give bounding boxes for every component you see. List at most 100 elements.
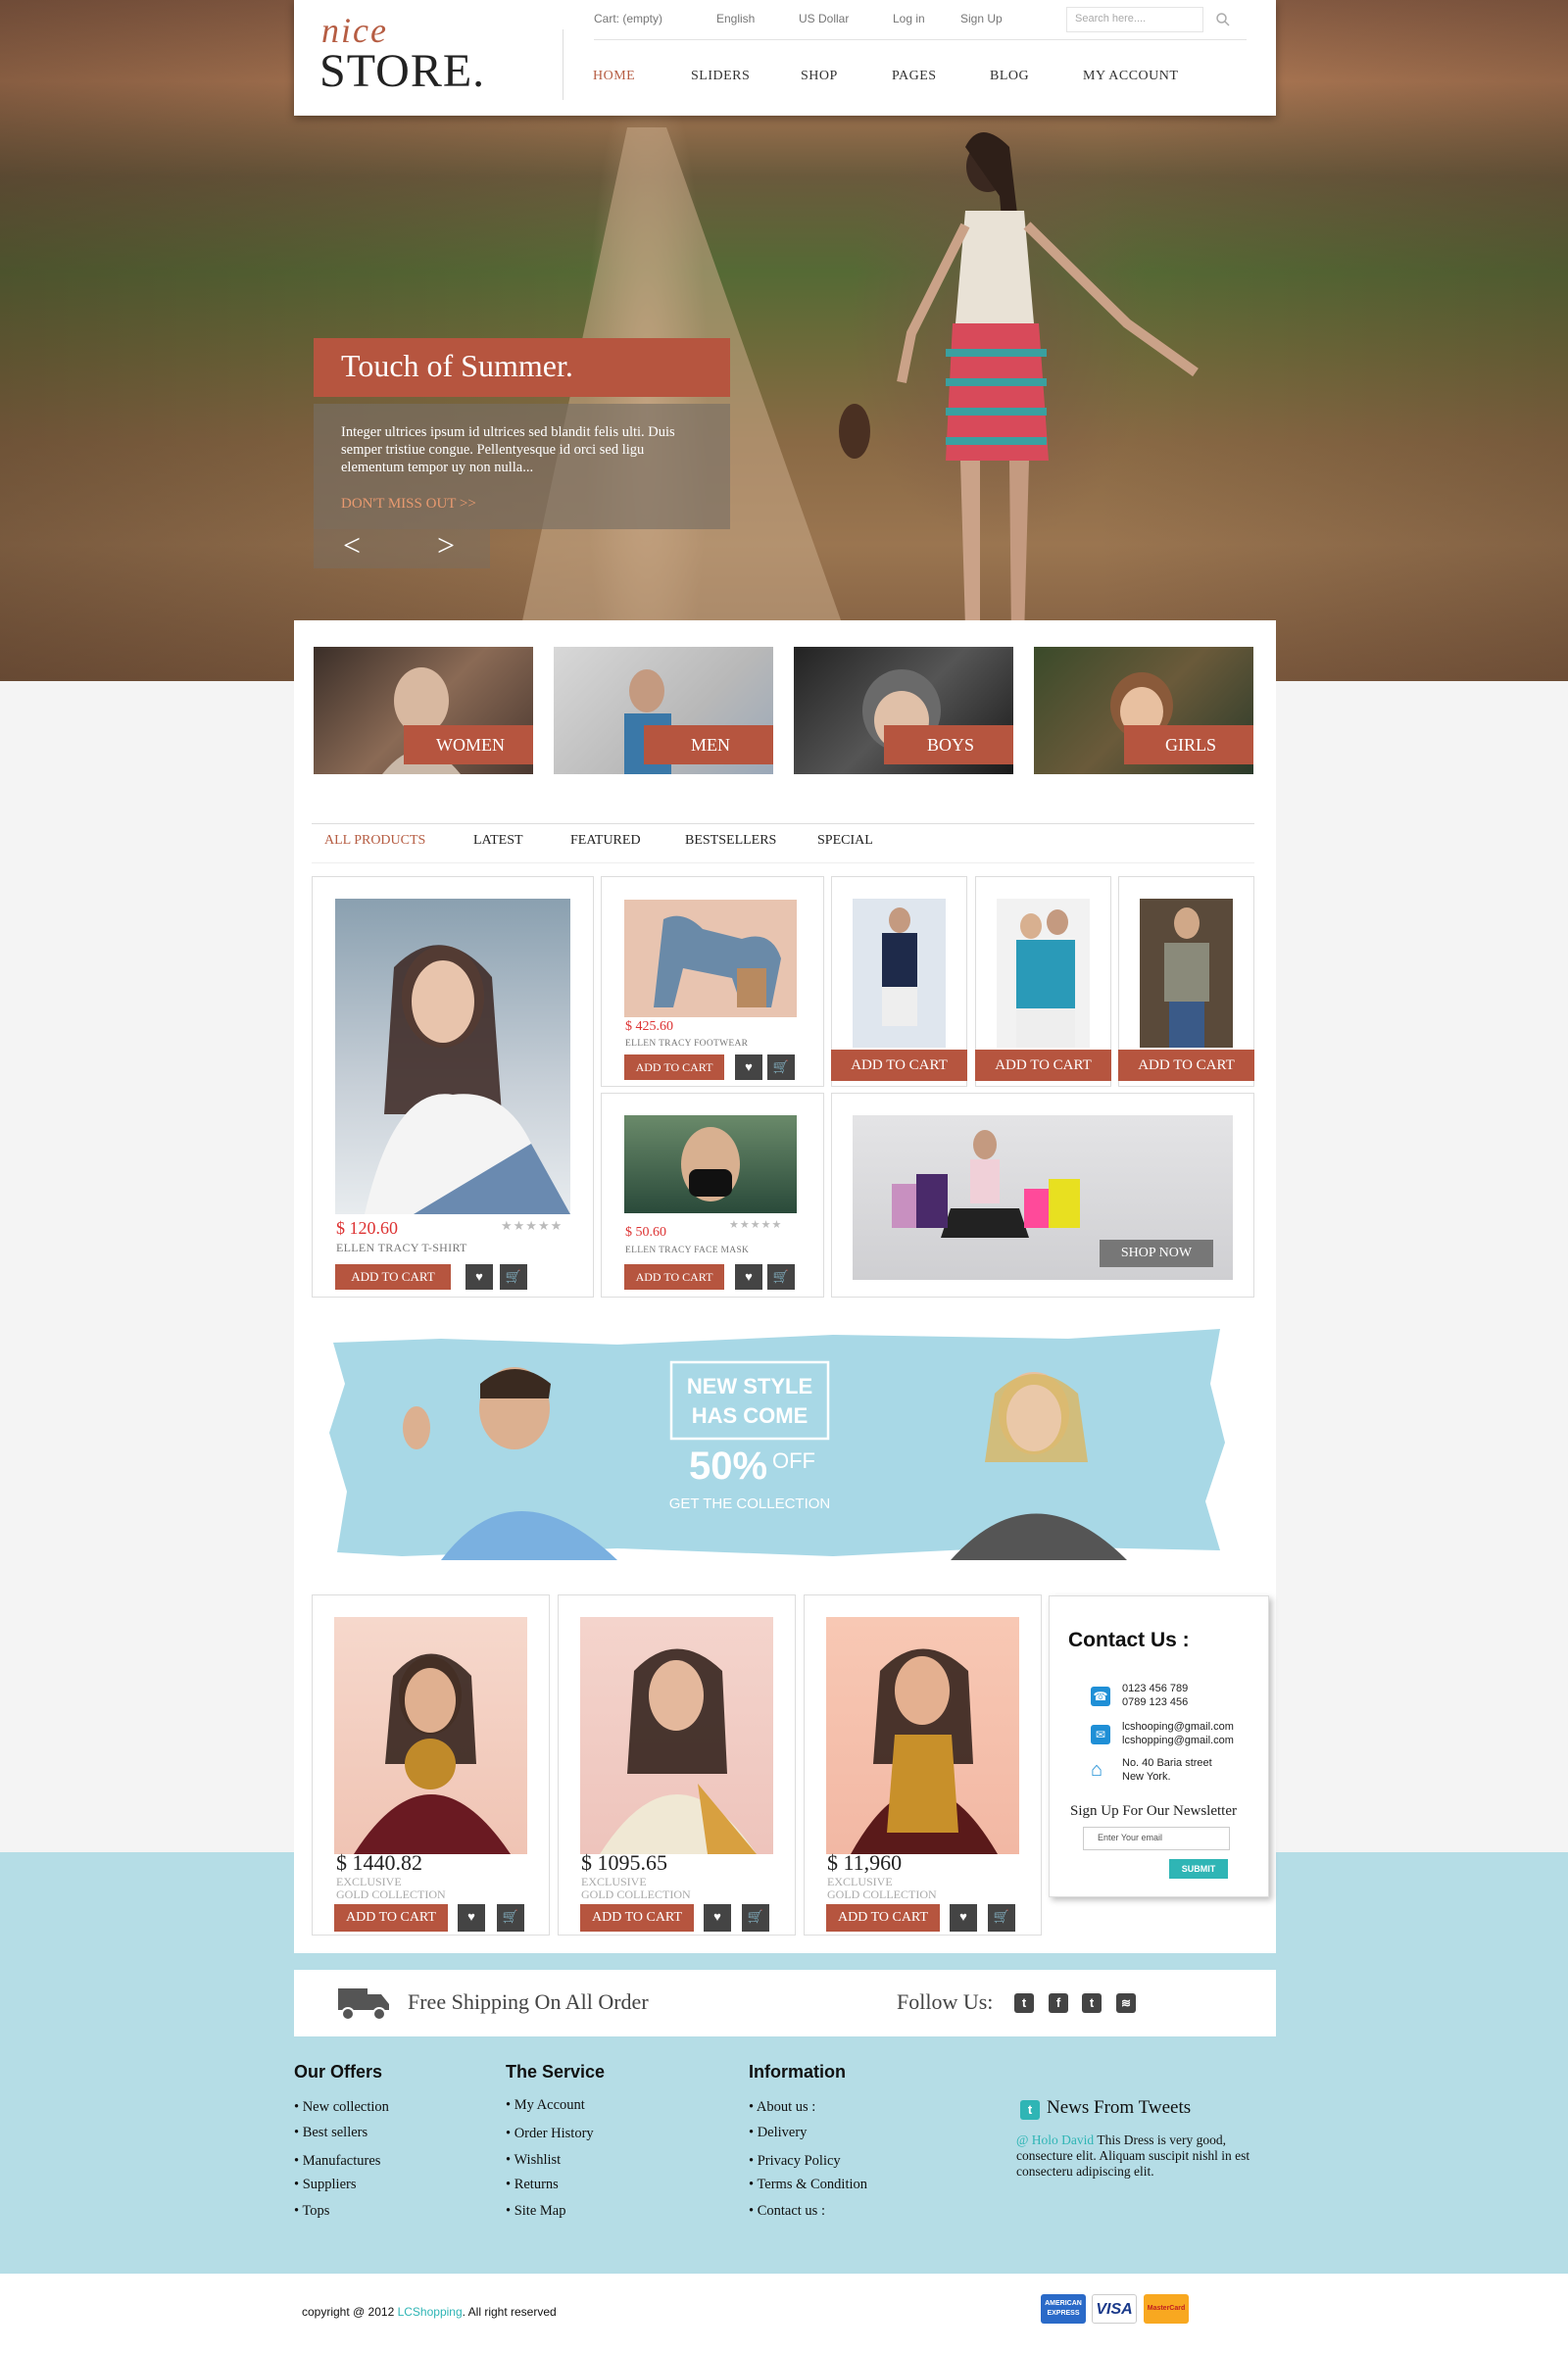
- tab-all-products[interactable]: ALL PRODUCTS: [324, 833, 425, 849]
- email-address[interactable]: lcshopping@gmail.com: [1122, 1734, 1234, 1747]
- footer-link[interactable]: • Delivery: [749, 2125, 807, 2141]
- search-icon[interactable]: [1215, 12, 1231, 27]
- wishlist-heart-icon[interactable]: ♥: [458, 1904, 485, 1932]
- logo-store[interactable]: STORE.: [319, 44, 485, 98]
- footer-link[interactable]: • Terms & Condition: [749, 2177, 867, 2193]
- product-image[interactable]: [335, 899, 570, 1214]
- email-address[interactable]: lcshooping@gmail.com: [1122, 1720, 1234, 1734]
- add-to-cart-button[interactable]: ADD TO CART: [335, 1264, 451, 1290]
- footer-link[interactable]: • My Account: [506, 2097, 585, 2114]
- product-image[interactable]: [826, 1617, 1019, 1854]
- cart-icon[interactable]: 🛒: [767, 1054, 795, 1080]
- newsletter-email-input[interactable]: Enter Your email: [1083, 1827, 1230, 1850]
- add-to-cart-button[interactable]: ADD TO CART: [975, 1050, 1111, 1081]
- slide-cta-link[interactable]: DON'T MISS OUT >>: [341, 496, 476, 513]
- free-shipping-text: Free Shipping On All Order: [408, 1989, 649, 2014]
- promo-banner[interactable]: [323, 1325, 1230, 1560]
- tumblr-icon[interactable]: t: [1082, 1993, 1102, 2013]
- nav-sliders[interactable]: SLIDERS: [691, 69, 750, 84]
- rss-icon[interactable]: ≋: [1116, 1993, 1136, 2013]
- add-to-cart-button[interactable]: ADD TO CART: [624, 1054, 724, 1080]
- category-label: MEN: [644, 725, 773, 764]
- slide-title: Touch of Summer.: [314, 338, 730, 397]
- footer-link[interactable]: • Returns: [506, 2177, 559, 2193]
- tab-latest[interactable]: LATEST: [473, 833, 523, 849]
- tab-special[interactable]: SPECIAL: [817, 833, 873, 849]
- cart-icon[interactable]: 🛒: [497, 1904, 524, 1932]
- prev-arrow-icon[interactable]: <: [343, 527, 361, 564]
- product-image[interactable]: [997, 899, 1090, 1048]
- wishlist-heart-icon[interactable]: ♥: [735, 1264, 762, 1290]
- facebook-icon[interactable]: f: [1049, 1993, 1068, 2013]
- promo-tagline[interactable]: GET THE COLLECTION: [666, 1495, 833, 1512]
- product-name[interactable]: ELLEN TRACY FOOTWEAR: [625, 1039, 748, 1049]
- cart-icon[interactable]: 🛒: [767, 1264, 795, 1290]
- footer-link[interactable]: • Contact us :: [749, 2203, 825, 2220]
- amex-icon: AMERICAN EXPRESS: [1041, 2294, 1086, 2324]
- wishlist-heart-icon[interactable]: ♥: [704, 1904, 731, 1932]
- add-to-cart-button[interactable]: ADD TO CART: [826, 1904, 940, 1932]
- tab-bestsellers[interactable]: BESTSELLERS: [685, 833, 776, 849]
- cart-icon[interactable]: 🛒: [988, 1904, 1015, 1932]
- product-image[interactable]: [1140, 899, 1233, 1048]
- footer-link[interactable]: • Manufactures: [294, 2153, 380, 2170]
- product-image[interactable]: [853, 899, 946, 1048]
- footer-link[interactable]: • Best sellers: [294, 2125, 368, 2141]
- category-women[interactable]: WOMEN: [314, 647, 533, 774]
- category-boys[interactable]: BOYS: [794, 647, 1013, 774]
- footer-link[interactable]: • Wishlist: [506, 2152, 561, 2169]
- footer-link[interactable]: • Order History: [506, 2126, 594, 2142]
- login-link[interactable]: Log in: [893, 12, 925, 25]
- footer-link[interactable]: • Site Map: [506, 2203, 565, 2220]
- footer-link[interactable]: • Privacy Policy: [749, 2153, 841, 2170]
- product-price: $ 1095.65: [581, 1850, 667, 1875]
- follow-us-label: Follow Us:: [897, 1989, 994, 2014]
- mastercard-icon: MasterCard: [1144, 2294, 1189, 2324]
- product-image[interactable]: [334, 1617, 527, 1854]
- twitter-icon[interactable]: t: [1014, 1993, 1034, 2013]
- nav-blog[interactable]: BLOG: [990, 69, 1029, 84]
- nav-pages[interactable]: PAGES: [892, 69, 937, 84]
- cart-link[interactable]: Cart: (empty): [594, 12, 662, 25]
- footer-link[interactable]: • About us :: [749, 2099, 815, 2116]
- nav-home[interactable]: HOME: [593, 69, 635, 84]
- next-arrow-icon[interactable]: >: [437, 527, 455, 564]
- tab-featured[interactable]: FEATURED: [570, 833, 641, 849]
- product-tag: EXCLUSIVE: [581, 1875, 647, 1888]
- promo-line1: NEW STYLE: [686, 1374, 813, 1398]
- product-image[interactable]: [624, 900, 797, 1017]
- currency-selector[interactable]: US Dollar: [799, 12, 849, 25]
- wishlist-heart-icon[interactable]: ♥: [466, 1264, 493, 1290]
- wishlist-heart-icon[interactable]: ♥: [735, 1054, 762, 1080]
- search-input[interactable]: Search here....: [1066, 7, 1203, 32]
- add-to-cart-button[interactable]: ADD TO CART: [1118, 1050, 1254, 1081]
- product-image[interactable]: [580, 1617, 773, 1854]
- category-men[interactable]: MEN: [554, 647, 773, 774]
- footer-link[interactable]: • Tops: [294, 2203, 329, 2220]
- cart-icon[interactable]: 🛒: [500, 1264, 527, 1290]
- add-to-cart-button[interactable]: ADD TO CART: [624, 1264, 724, 1290]
- footer-link[interactable]: • Suppliers: [294, 2177, 356, 2193]
- add-to-cart-button[interactable]: ADD TO CART: [334, 1904, 448, 1932]
- wishlist-heart-icon[interactable]: ♥: [950, 1904, 977, 1932]
- signup-link[interactable]: Sign Up: [960, 12, 1003, 25]
- product-image[interactable]: [624, 1115, 797, 1213]
- copyright-brand-link[interactable]: LCShopping: [398, 2305, 463, 2319]
- slide-arrows: [314, 529, 490, 568]
- product-name[interactable]: ELLEN TRACY FACE MASK: [625, 1246, 749, 1255]
- add-to-cart-button[interactable]: ADD TO CART: [580, 1904, 694, 1932]
- tweet-handle[interactable]: @ Holo David: [1016, 2132, 1094, 2147]
- tweet-text: @ Holo David This Dress is very good, co…: [1016, 2132, 1250, 2179]
- nav-shop[interactable]: SHOP: [801, 69, 838, 84]
- phone-number[interactable]: 0123 456 789: [1122, 1682, 1188, 1695]
- newsletter-submit-button[interactable]: SUBMIT: [1169, 1859, 1228, 1879]
- cart-icon[interactable]: 🛒: [742, 1904, 769, 1932]
- category-girls[interactable]: GIRLS: [1034, 647, 1253, 774]
- add-to-cart-button[interactable]: ADD TO CART: [831, 1050, 967, 1081]
- shop-now-button[interactable]: SHOP NOW: [1100, 1240, 1213, 1267]
- phone-number[interactable]: 0789 123 456: [1122, 1695, 1188, 1709]
- footer-link[interactable]: • New collection: [294, 2099, 389, 2116]
- language-selector[interactable]: English: [716, 12, 755, 25]
- nav-my-account[interactable]: MY ACCOUNT: [1083, 69, 1178, 84]
- product-name[interactable]: ELLEN TRACY T-SHIRT: [336, 1241, 467, 1255]
